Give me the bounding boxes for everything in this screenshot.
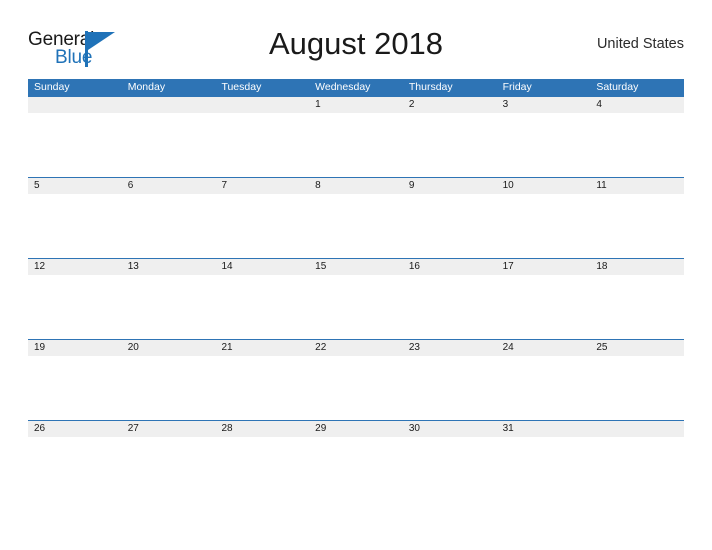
day-number-cell[interactable] bbox=[215, 97, 309, 113]
day-number-cell[interactable]: 2 bbox=[403, 97, 497, 113]
day-number-cell[interactable] bbox=[590, 421, 684, 437]
weekday-header-tuesday: Tuesday bbox=[221, 81, 262, 93]
day-note-cell[interactable] bbox=[215, 275, 309, 339]
day-note-cell[interactable] bbox=[122, 194, 216, 258]
day-number-cell[interactable]: 13 bbox=[122, 259, 216, 275]
day-number-cell[interactable]: 31 bbox=[497, 421, 591, 437]
day-number-cell[interactable]: 21 bbox=[215, 340, 309, 356]
day-number-cell[interactable]: 27 bbox=[122, 421, 216, 437]
week-row: 1 2 3 4 bbox=[28, 96, 684, 177]
day-number-cell[interactable]: 17 bbox=[497, 259, 591, 275]
day-number-cell[interactable]: 15 bbox=[309, 259, 403, 275]
day-number-cell[interactable]: 20 bbox=[122, 340, 216, 356]
weekday-header-friday: Friday bbox=[502, 81, 532, 93]
day-number-cell[interactable]: 9 bbox=[403, 178, 497, 194]
week-date-band: 26 27 28 29 30 31 bbox=[28, 421, 684, 437]
day-note-cell[interactable] bbox=[309, 275, 403, 339]
page-title: August 2018 bbox=[268, 26, 444, 61]
week-date-band: 19 20 21 22 23 24 25 bbox=[28, 340, 684, 356]
day-number-cell[interactable]: 30 bbox=[403, 421, 497, 437]
day-note-cell[interactable] bbox=[309, 437, 403, 501]
day-note-cell[interactable] bbox=[590, 113, 684, 177]
day-number-cell[interactable]: 11 bbox=[590, 178, 684, 194]
day-note-cell[interactable] bbox=[497, 113, 591, 177]
day-note-cell[interactable] bbox=[215, 194, 309, 258]
week-row: 5 6 7 8 9 10 11 bbox=[28, 177, 684, 258]
day-note-cell[interactable] bbox=[215, 437, 309, 501]
day-note-cell[interactable] bbox=[28, 437, 122, 501]
day-number-cell[interactable]: 18 bbox=[590, 259, 684, 275]
day-number-cell[interactable]: 8 bbox=[309, 178, 403, 194]
day-number-cell[interactable]: 19 bbox=[28, 340, 122, 356]
day-number-cell[interactable]: 5 bbox=[28, 178, 122, 194]
week-note-area bbox=[28, 437, 684, 501]
day-number-cell[interactable]: 7 bbox=[215, 178, 309, 194]
day-number-cell[interactable]: 14 bbox=[215, 259, 309, 275]
day-number-cell[interactable]: 10 bbox=[497, 178, 591, 194]
week-row: 12 13 14 15 16 17 18 bbox=[28, 258, 684, 339]
country-label: United States bbox=[596, 36, 684, 52]
day-note-cell[interactable] bbox=[309, 113, 403, 177]
day-number-cell[interactable]: 12 bbox=[28, 259, 122, 275]
day-number-cell[interactable]: 16 bbox=[403, 259, 497, 275]
weekday-header-wednesday: Wednesday bbox=[315, 81, 371, 93]
day-number-cell[interactable] bbox=[122, 97, 216, 113]
day-note-cell[interactable] bbox=[122, 356, 216, 420]
day-note-cell[interactable] bbox=[497, 194, 591, 258]
day-note-cell[interactable] bbox=[590, 194, 684, 258]
week-date-band: 12 13 14 15 16 17 18 bbox=[28, 259, 684, 275]
day-note-cell[interactable] bbox=[309, 356, 403, 420]
day-number-cell[interactable]: 1 bbox=[309, 97, 403, 113]
day-note-cell[interactable] bbox=[497, 275, 591, 339]
day-note-cell[interactable] bbox=[28, 356, 122, 420]
page-header: General Blue August 2018 United States bbox=[28, 24, 684, 70]
day-note-cell[interactable] bbox=[590, 356, 684, 420]
day-note-cell[interactable] bbox=[122, 437, 216, 501]
day-number-cell[interactable]: 6 bbox=[122, 178, 216, 194]
day-note-cell[interactable] bbox=[403, 356, 497, 420]
day-number-cell[interactable]: 29 bbox=[309, 421, 403, 437]
day-number-cell[interactable]: 4 bbox=[590, 97, 684, 113]
weekday-header-thursday: Thursday bbox=[408, 81, 453, 93]
week-note-area bbox=[28, 275, 684, 339]
day-note-cell[interactable] bbox=[497, 437, 591, 501]
week-note-area bbox=[28, 113, 684, 177]
weekday-header-monday: Monday bbox=[127, 81, 166, 93]
day-note-cell[interactable] bbox=[28, 275, 122, 339]
day-note-cell[interactable] bbox=[403, 113, 497, 177]
calendar-grid: Sunday Monday Tuesday Wednesday Thursday… bbox=[28, 79, 684, 501]
week-date-band: 1 2 3 4 bbox=[28, 97, 684, 113]
day-number-cell[interactable]: 25 bbox=[590, 340, 684, 356]
day-note-cell[interactable] bbox=[403, 194, 497, 258]
weekday-header-row: Sunday Monday Tuesday Wednesday Thursday… bbox=[28, 79, 684, 96]
day-note-cell[interactable] bbox=[590, 275, 684, 339]
week-note-area bbox=[28, 356, 684, 420]
day-number-cell[interactable]: 23 bbox=[403, 340, 497, 356]
day-note-cell[interactable] bbox=[215, 113, 309, 177]
day-number-cell[interactable]: 26 bbox=[28, 421, 122, 437]
day-note-cell[interactable] bbox=[403, 275, 497, 339]
day-note-cell[interactable] bbox=[309, 194, 403, 258]
week-row: 26 27 28 29 30 31 bbox=[28, 420, 684, 501]
day-note-cell[interactable] bbox=[122, 275, 216, 339]
day-note-cell[interactable] bbox=[28, 194, 122, 258]
day-note-cell[interactable] bbox=[122, 113, 216, 177]
day-number-cell[interactable]: 22 bbox=[309, 340, 403, 356]
day-note-cell[interactable] bbox=[497, 356, 591, 420]
week-note-area bbox=[28, 194, 684, 258]
day-note-cell[interactable] bbox=[215, 356, 309, 420]
day-note-cell[interactable] bbox=[590, 437, 684, 501]
week-row: 19 20 21 22 23 24 25 bbox=[28, 339, 684, 420]
weekday-header-saturday: Saturday bbox=[596, 81, 639, 93]
week-date-band: 5 6 7 8 9 10 11 bbox=[28, 178, 684, 194]
day-note-cell[interactable] bbox=[403, 437, 497, 501]
day-number-cell[interactable]: 24 bbox=[497, 340, 591, 356]
day-note-cell[interactable] bbox=[28, 113, 122, 177]
calendar-page: General Blue August 2018 United States S… bbox=[0, 0, 712, 550]
weekday-header-sunday: Sunday bbox=[34, 81, 70, 93]
day-number-cell[interactable] bbox=[28, 97, 122, 113]
day-number-cell[interactable]: 3 bbox=[497, 97, 591, 113]
day-number-cell[interactable]: 28 bbox=[215, 421, 309, 437]
